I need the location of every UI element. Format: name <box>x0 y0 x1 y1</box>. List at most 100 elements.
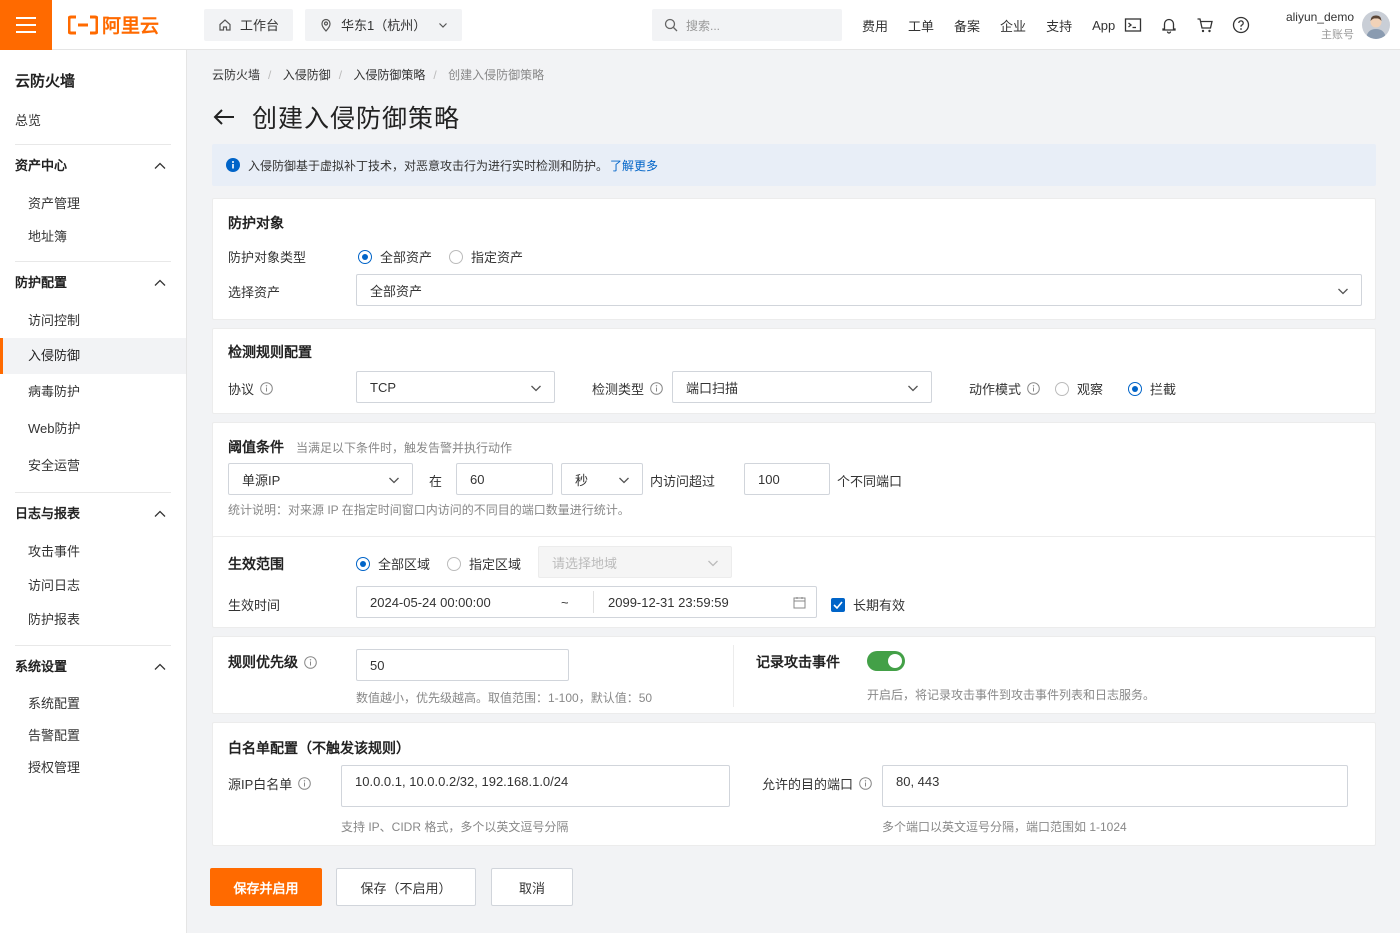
back-arrow-icon[interactable] <box>212 107 236 127</box>
detect-type-label: 检测类型 <box>592 379 663 398</box>
access-text: 内访问超过 <box>650 474 716 489</box>
cart-icon[interactable] <box>1196 16 1214 34</box>
sidebar-group-label: 资产中心 <box>15 158 68 173</box>
radio-observe[interactable]: 观察 <box>1055 379 1103 398</box>
port-whitelist-textarea[interactable]: 80, 443 <box>882 765 1348 807</box>
ports-text: 个不同端口 <box>837 474 903 489</box>
location-icon <box>321 18 331 32</box>
in-text: 在 <box>429 474 443 489</box>
chevron-down-icon <box>1338 288 1348 295</box>
sidebar-item-authorization[interactable]: 授权管理 <box>0 752 186 784</box>
info-notice: 入侵防御基于虚拟补丁技术，对恶意攻击行为进行实时检测和防护。 了解更多 <box>212 144 1376 186</box>
radio-block[interactable]: 拦截 <box>1128 379 1176 398</box>
workbench-button[interactable]: 工作台 <box>204 8 294 41</box>
global-search-input[interactable]: 搜索... <box>652 9 842 41</box>
logo[interactable]: 阿里云 <box>68 11 188 38</box>
sidebar-item-attack-events[interactable]: 攻击事件 <box>0 535 186 569</box>
bell-icon[interactable] <box>1160 16 1178 34</box>
info-outline-icon <box>260 382 273 395</box>
source-type-select[interactable]: 单源IP <box>228 463 413 495</box>
sidebar-group-assets[interactable]: 资产中心 <box>0 145 186 187</box>
sidebar-item-access-logs[interactable]: 访问日志 <box>0 569 186 603</box>
sidebar-group-label: 防护配置 <box>15 275 68 290</box>
sidebar-item-address-book[interactable]: 地址簿 <box>0 220 186 253</box>
terminal-icon[interactable] <box>1124 16 1142 34</box>
sidebar-item-asset-management[interactable]: 资产管理 <box>0 187 186 220</box>
top-link-app[interactable]: App <box>1092 18 1115 33</box>
calendar-icon <box>793 597 806 609</box>
top-link-support[interactable]: 支持 <box>1046 16 1072 35</box>
record-events-label: 记录攻击事件 <box>756 654 840 670</box>
save-disable-button[interactable]: 保存（不启用） <box>336 868 476 906</box>
date-range-picker[interactable]: 2024-05-24 00:00:00 ~ 2099-12-31 23:59:5… <box>356 586 817 618</box>
cancel-button[interactable]: 取消 <box>491 868 573 906</box>
section-title: 白名单配置（不触发该规则） <box>228 740 410 756</box>
long-term-checkbox[interactable]: 长期有效 <box>831 595 905 614</box>
protocol-select[interactable]: TCP <box>356 371 555 403</box>
sidebar-item-security-ops[interactable]: 安全运营 <box>0 447 186 484</box>
top-link-filing[interactable]: 备案 <box>954 16 980 35</box>
section-title: 防护对象 <box>228 215 284 231</box>
section-title: 生效范围 <box>228 556 284 572</box>
learn-more-link[interactable]: 了解更多 <box>610 157 658 174</box>
threshold-note: 统计说明：对来源 IP 在指定时间窗口内访问的不同目的端口数量进行统计。 <box>228 503 630 517</box>
info-icon <box>226 158 240 172</box>
user-info[interactable]: aliyun_demo 主账号 <box>1286 10 1354 42</box>
sidebar-title: 云防火墙 <box>15 73 76 90</box>
menu-icon[interactable] <box>0 0 52 50</box>
sidebar-item-reports[interactable]: 防护报表 <box>0 603 186 637</box>
radio-all-regions[interactable]: 全部区域 <box>356 554 430 573</box>
region-selector[interactable]: 华东1（杭州） <box>305 8 463 41</box>
save-enable-button[interactable]: 保存并启用 <box>210 868 322 906</box>
sidebar-item-antivirus[interactable]: 病毒防护 <box>0 374 186 410</box>
chevron-down-icon <box>439 22 448 28</box>
breadcrumb-item[interactable]: 云防火墙 <box>212 68 260 82</box>
main-content: 云防火墙 / 入侵防御 / 入侵防御策略 / 创建入侵防御策略 创建入侵防御策略 入侵… <box>210 50 1376 906</box>
start-time[interactable]: 2024-05-24 00:00:00 <box>370 595 491 610</box>
help-icon[interactable] <box>1232 16 1250 34</box>
priority-hint: 数值越小，优先级越高。取值范围：1-100，默认值：50 <box>356 691 653 705</box>
page-header: 创建入侵防御策略 <box>212 100 1376 134</box>
sidebar-item-access-control[interactable]: 访问控制 <box>0 304 186 338</box>
port-whitelist-hint: 多个端口以英文逗号分隔，端口范围如 1-1024 <box>882 820 1127 834</box>
username: aliyun_demo <box>1285 10 1354 24</box>
radio-specified-assets[interactable]: 指定资产 <box>449 247 523 266</box>
time-window-input[interactable]: 60 <box>456 463 553 495</box>
asset-select[interactable]: 全部资产 <box>356 274 1362 306</box>
top-link-tickets[interactable]: 工单 <box>908 16 934 35</box>
chevron-up-icon <box>154 279 166 286</box>
sidebar-item-overview[interactable]: 总览 <box>0 106 186 136</box>
end-time[interactable]: 2099-12-31 23:59:59 <box>608 595 729 610</box>
record-events-toggle[interactable] <box>867 651 905 671</box>
breadcrumb-item[interactable]: 入侵防御 <box>283 68 331 82</box>
breadcrumb-item[interactable]: 入侵防御策略 <box>353 68 425 82</box>
top-link-fees[interactable]: 费用 <box>862 16 888 35</box>
top-link-enterprise[interactable]: 企业 <box>1000 16 1026 35</box>
sidebar-group-logs[interactable]: 日志与报表 <box>0 493 186 535</box>
sidebar-group-system[interactable]: 系统设置 <box>0 646 186 688</box>
detect-type-select[interactable]: 端口扫描 <box>672 371 932 403</box>
divider <box>733 645 734 707</box>
threshold-subtitle: 当满足以下条件时，触发告警并执行动作 <box>296 440 513 455</box>
chevron-down-icon <box>389 477 399 484</box>
sidebar-group-label: 日志与报表 <box>15 506 81 521</box>
info-outline-icon <box>859 777 872 790</box>
chevron-down-icon <box>708 560 718 567</box>
avatar[interactable] <box>1362 11 1390 39</box>
sidebar-item-system-config[interactable]: 系统配置 <box>0 688 186 720</box>
sidebar-item-ips[interactable]: 入侵防御 <box>0 338 186 374</box>
protect-target-card: 防护对象 防护对象类型 全部资产 指定资产 选择资产 全部资产 <box>212 198 1376 320</box>
chevron-up-icon <box>154 663 166 670</box>
priority-input[interactable]: 50 <box>356 649 569 681</box>
sidebar-group-protection[interactable]: 防护配置 <box>0 262 186 304</box>
radio-specified-regions[interactable]: 指定区域 <box>447 554 521 573</box>
port-count-input[interactable]: 100 <box>744 463 830 495</box>
radio-all-assets[interactable]: 全部资产 <box>358 247 432 266</box>
chevron-up-icon <box>154 510 166 517</box>
sidebar-item-alert-config[interactable]: 告警配置 <box>0 720 186 752</box>
region-select: 请选择地域 <box>538 546 732 578</box>
time-unit-select[interactable]: 秒 <box>561 463 643 495</box>
sidebar-item-web-protection[interactable]: Web防护 <box>0 410 186 447</box>
notice-text: 入侵防御基于虚拟补丁技术，对恶意攻击行为进行实时检测和防护。 <box>248 158 609 173</box>
src-whitelist-textarea[interactable]: 10.0.0.1, 10.0.0.2/32, 192.168.1.0/24 <box>341 765 730 807</box>
